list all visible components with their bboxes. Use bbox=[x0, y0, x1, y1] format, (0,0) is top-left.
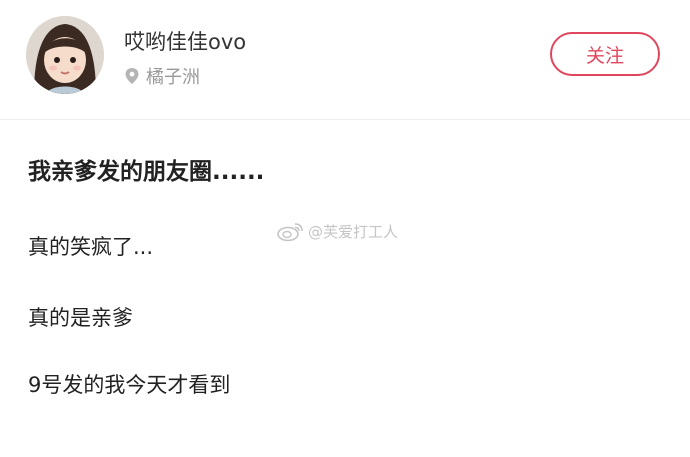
watermark: @芙爱打工人 bbox=[276, 219, 398, 243]
follow-button[interactable]: 关注 bbox=[550, 32, 660, 76]
avatar[interactable] bbox=[26, 16, 104, 94]
post-line: 真的是亲爹 bbox=[28, 306, 133, 330]
post-header: 哎哟佳佳ovo 橘子洲 关注 bbox=[0, 0, 690, 120]
post-title: 我亲爹发的朋友圈...... bbox=[28, 159, 265, 185]
header-divider bbox=[0, 119, 690, 120]
post-line: 真的笑疯了... bbox=[28, 235, 154, 259]
location[interactable]: 橘子洲 bbox=[124, 64, 200, 88]
username[interactable]: 哎哟佳佳ovo bbox=[124, 28, 246, 56]
avatar-image bbox=[26, 16, 104, 94]
watermark-text: @芙爱打工人 bbox=[308, 222, 399, 241]
location-label: 橘子洲 bbox=[146, 67, 200, 88]
location-pin-icon bbox=[124, 67, 140, 85]
weibo-logo-icon bbox=[276, 220, 306, 242]
post-line: 9号发的我今天才看到 bbox=[28, 373, 231, 397]
